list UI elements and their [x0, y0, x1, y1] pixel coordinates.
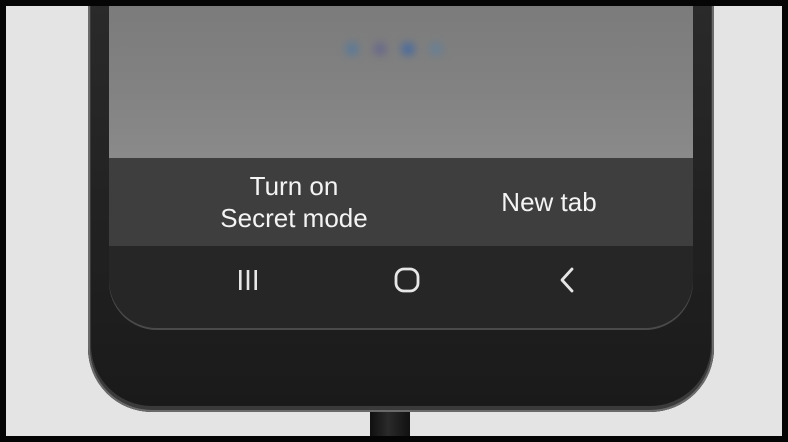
recents-icon	[233, 268, 263, 297]
loading-dot	[429, 42, 443, 56]
home-icon	[392, 265, 422, 300]
phone-screen: Turn on Secret mode New tab	[109, 6, 693, 330]
loading-dot	[345, 42, 359, 56]
new-tab-button[interactable]: New tab	[439, 158, 659, 246]
secret-mode-label-line2: Secret mode	[220, 203, 368, 233]
browser-action-bar: Turn on Secret mode New tab	[109, 158, 693, 246]
blurred-loading-indicator	[341, 34, 461, 64]
home-button[interactable]	[372, 252, 442, 312]
loading-dot	[401, 42, 415, 56]
back-icon	[556, 265, 580, 300]
secret-mode-label-line1: Turn on	[249, 171, 339, 201]
phone-body: Turn on Secret mode New tab	[88, 6, 714, 412]
browser-content-area	[109, 6, 693, 158]
screenshot-frame: Turn on Secret mode New tab	[0, 0, 788, 442]
navigation-bar	[109, 246, 693, 330]
recents-button[interactable]	[213, 252, 283, 312]
turn-on-secret-mode-button[interactable]: Turn on Secret mode	[169, 158, 419, 246]
back-button[interactable]	[533, 252, 603, 312]
loading-dot	[373, 42, 387, 56]
new-tab-label: New tab	[501, 187, 597, 217]
secret-mode-label: Turn on Secret mode	[220, 170, 367, 234]
